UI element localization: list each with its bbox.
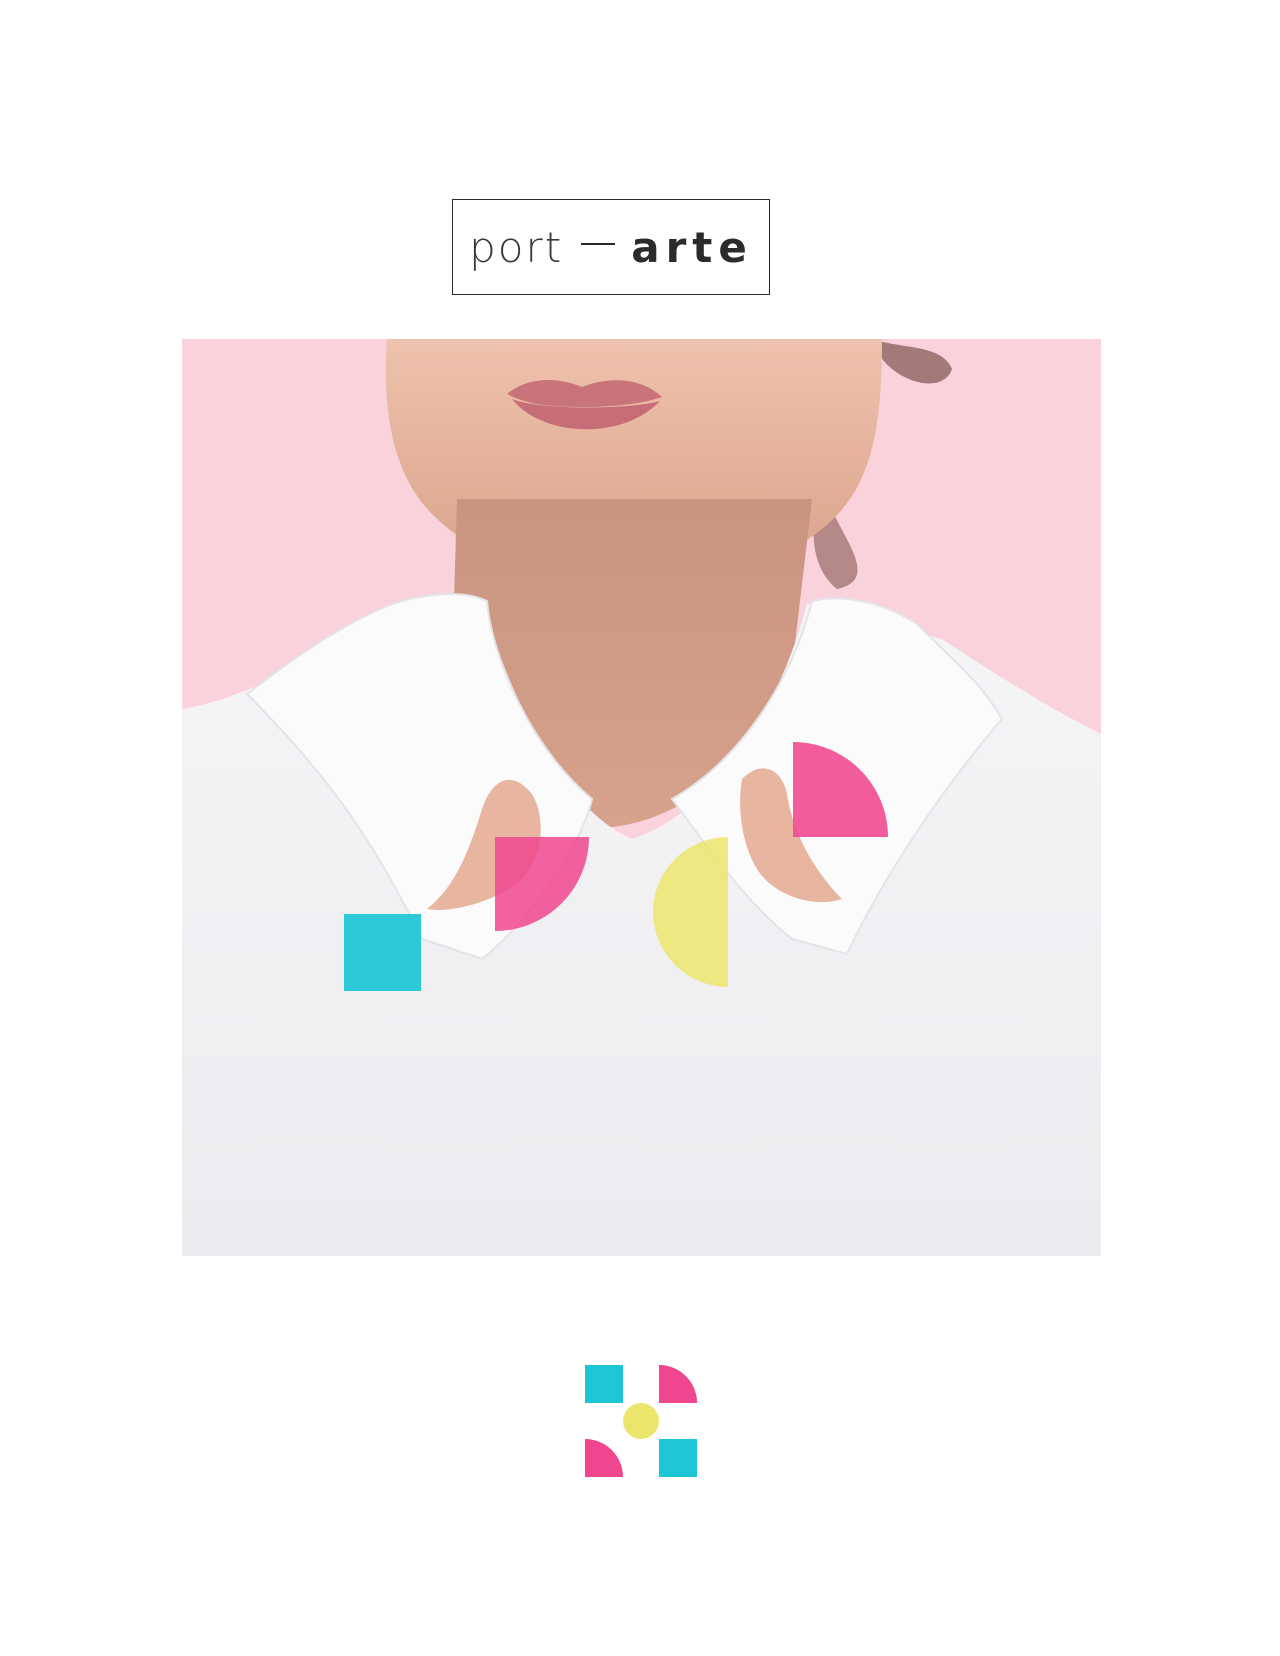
brand-mark <box>585 1365 697 1477</box>
hero-illustration <box>182 339 1101 1256</box>
logo-word-arte: arte <box>631 222 753 272</box>
cyan-square-icon <box>659 1439 697 1477</box>
logo-dash <box>581 243 616 245</box>
hero-image <box>182 339 1101 1256</box>
yellow-circle-icon <box>623 1403 659 1439</box>
magenta-quarter-circle-icon <box>585 1439 623 1477</box>
cyan-square-icon <box>344 914 421 991</box>
brand-logo: port arte <box>452 199 770 295</box>
cyan-square-icon <box>585 1365 623 1403</box>
logo-word-port: port <box>469 222 564 272</box>
